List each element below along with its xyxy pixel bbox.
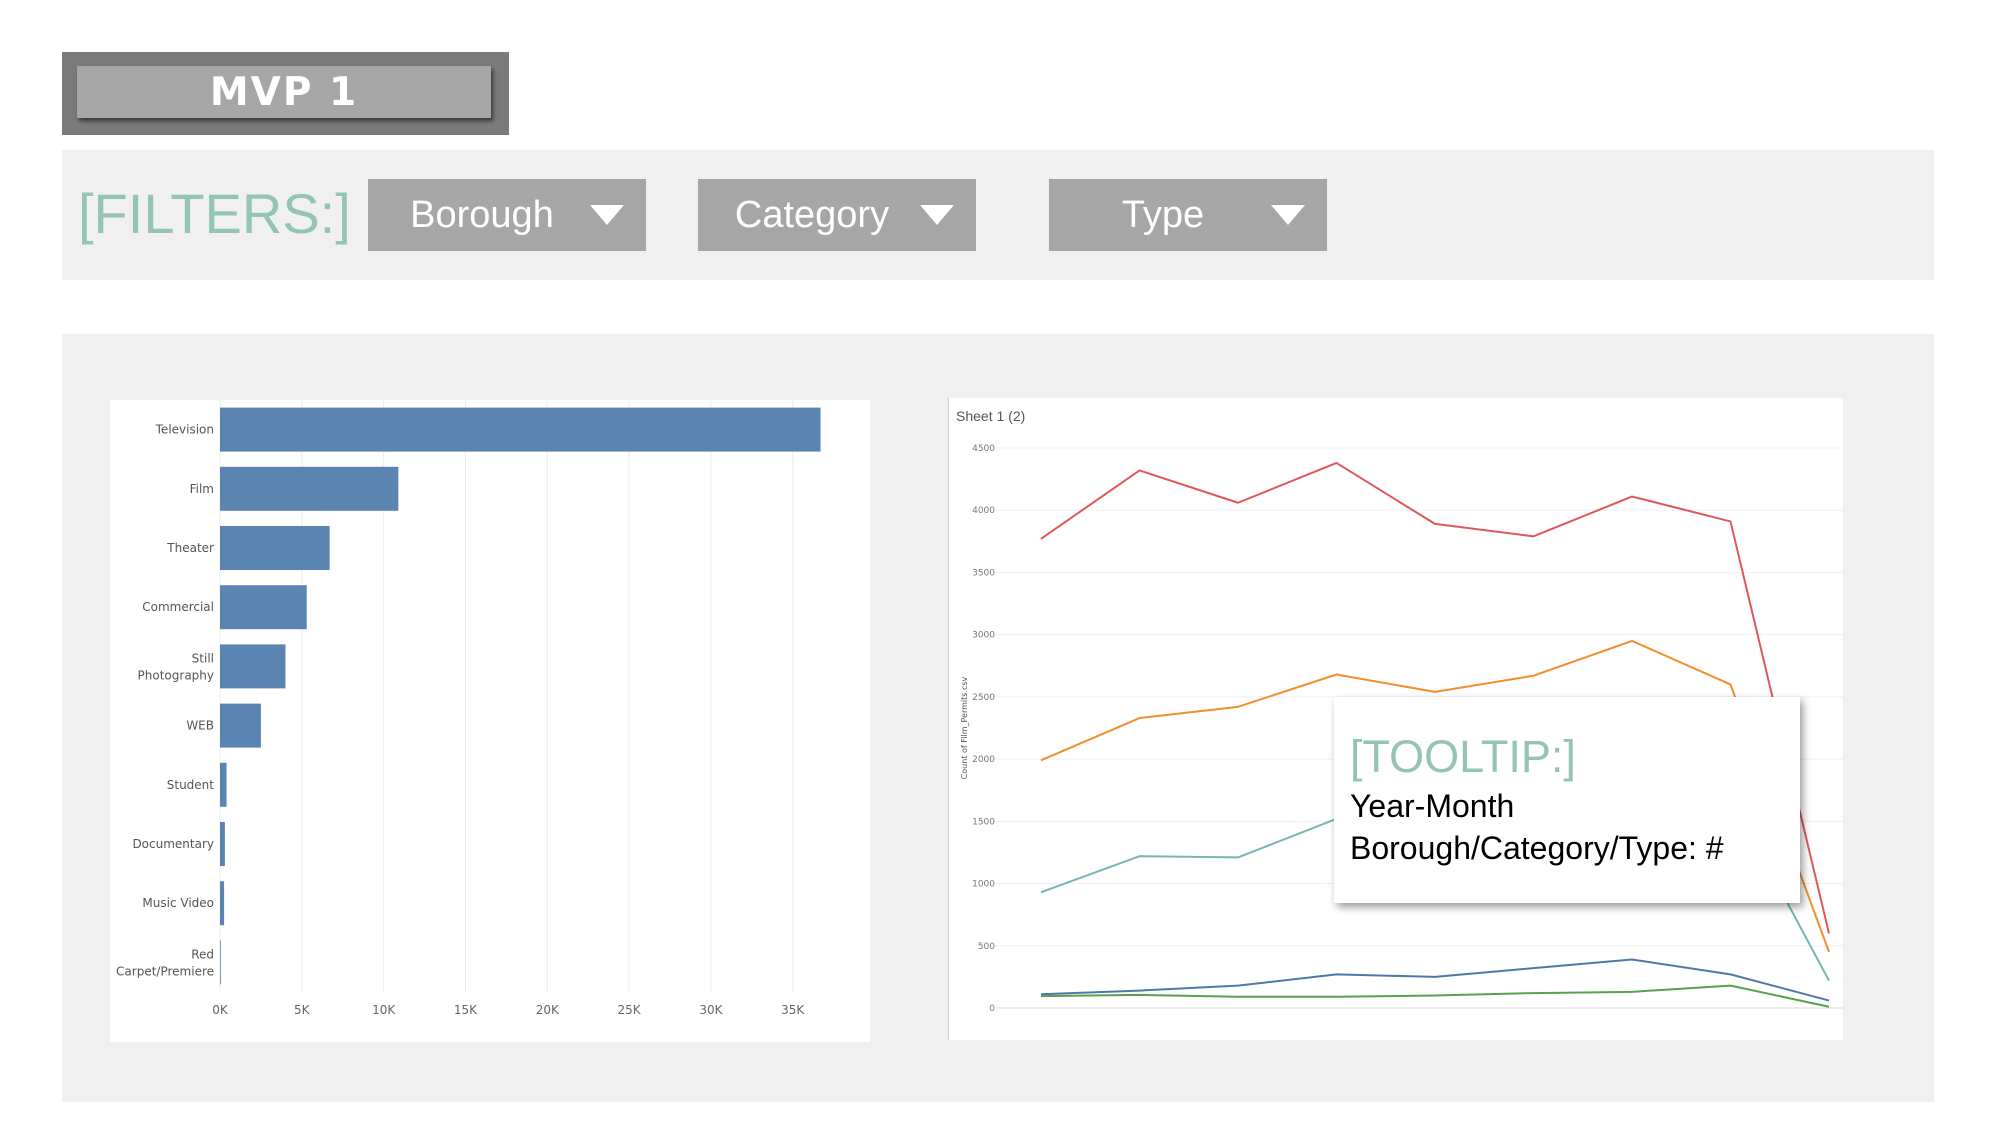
y-tick-label: 3000 (972, 631, 995, 641)
category-label: Television (155, 423, 214, 437)
filters-label: [FILTERS:] (78, 182, 351, 245)
mvp-banner: MVP 1 (62, 52, 509, 135)
chevron-down-icon (1271, 205, 1305, 225)
bar (220, 585, 307, 630)
category-label: Film (190, 482, 214, 496)
bar (220, 703, 261, 748)
category-dropdown[interactable]: Category (698, 179, 976, 251)
filter-bar: [FILTERS:] Borough Category Type (62, 150, 1934, 280)
chevron-down-icon (590, 205, 624, 225)
x-tick-label: 20K (536, 1003, 560, 1017)
category-label: Music Video (142, 896, 214, 910)
tooltip-title: [TOOLTIP:] (1350, 731, 1576, 782)
x-tick-label: 5K (294, 1003, 311, 1017)
category-label-line: Still (192, 651, 214, 665)
bar (220, 526, 330, 570)
y-tick-label: 2500 (972, 693, 995, 703)
y-tick-label: 1000 (972, 880, 995, 890)
category-label: Student (167, 778, 215, 792)
bar (220, 407, 821, 452)
tooltip-card: [TOOLTIP:] Year-Month Borough/Category/T… (1334, 697, 1800, 903)
category-label: Red Carpet/Premiere (116, 947, 214, 978)
category-label: Documentary (132, 837, 214, 851)
y-tick-label: 500 (978, 942, 995, 952)
bar (220, 466, 399, 511)
y-tick-label: 2000 (972, 755, 995, 765)
y-tick-label: 4500 (972, 444, 995, 454)
category-label: WEB (186, 719, 214, 733)
x-tick-label: 10K (372, 1003, 396, 1017)
y-axis-label: Count of Film_Permits.csv (960, 676, 969, 779)
category-label: Still Photography (138, 651, 214, 682)
x-tick-label: 35K (781, 1003, 805, 1017)
category-label: Commercial (142, 600, 214, 614)
x-tick-label: 30K (699, 1003, 723, 1017)
type-dropdown-label: Type (1121, 193, 1205, 236)
mvp-title: MVP 1 (77, 66, 491, 118)
y-tick-label: 4000 (972, 506, 995, 516)
tooltip-line-year-month: Year-Month (1350, 788, 1515, 825)
category-label-line: Red (191, 947, 214, 961)
category-label: Theater (166, 541, 214, 555)
type-dropdown[interactable]: Type (1049, 179, 1327, 251)
bar (220, 644, 286, 689)
borough-dropdown-label: Borough (410, 193, 554, 236)
x-tick-label: 15K (454, 1003, 478, 1017)
line-chart-title: Sheet 1 (2) (956, 408, 1026, 424)
bar (220, 881, 225, 926)
bar-chart: 0K 5K 10K 15K 20K 25K 30K 35K Television Film Thea… (116, 400, 821, 1017)
x-tick-label: 25K (618, 1003, 642, 1017)
category-label-line: Carpet/Premiere (116, 964, 214, 978)
bar (220, 940, 221, 985)
borough-dropdown[interactable]: Borough (368, 179, 646, 251)
y-tick-label: 0 (989, 1004, 995, 1014)
x-tick-label: 0K (212, 1003, 229, 1017)
bar-chart-card: 0K 5K 10K 15K 20K 25K 30K 35K Television Film Thea… (110, 400, 870, 1042)
bar (220, 762, 227, 807)
y-tick-label: 3500 (972, 568, 995, 578)
category-label-line: Photography (138, 668, 214, 682)
chevron-down-icon (920, 205, 954, 225)
category-dropdown-label: Category (734, 193, 890, 236)
y-tick-label: 1500 (972, 817, 995, 827)
tooltip-line-count: Borough/Category/Type: # (1350, 829, 1724, 866)
bar (220, 822, 225, 866)
